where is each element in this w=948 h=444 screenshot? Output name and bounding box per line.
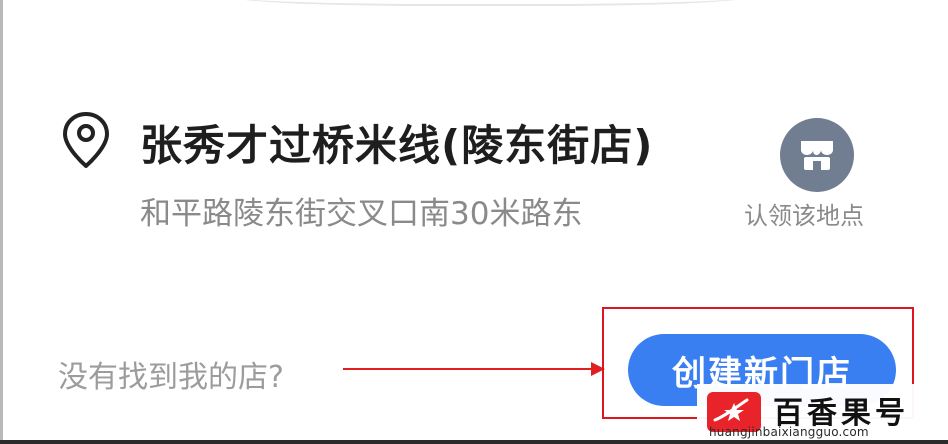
- claim-location-label[interactable]: 认领该地点: [744, 196, 864, 231]
- watermark-url: huangjinbaixiangguo.com: [709, 425, 869, 439]
- location-pin-icon: [63, 112, 109, 168]
- place-name: 张秀才过桥米线(陵东街店): [140, 121, 654, 170]
- bottom-frame-border: [0, 440, 948, 444]
- store-icon: [801, 141, 833, 170]
- annotation-arrow-line: [343, 368, 593, 370]
- place-address: 和平路陵东街交叉口南30米路东: [140, 196, 583, 232]
- claim-location-button[interactable]: [780, 118, 854, 192]
- top-card-edge: [230, 0, 750, 6]
- left-frame-border: [0, 0, 3, 444]
- watermark: 百香果号 huangjinbaixiangguo.com: [697, 384, 948, 440]
- not-found-prompt: 没有找到我的店?: [58, 360, 284, 395]
